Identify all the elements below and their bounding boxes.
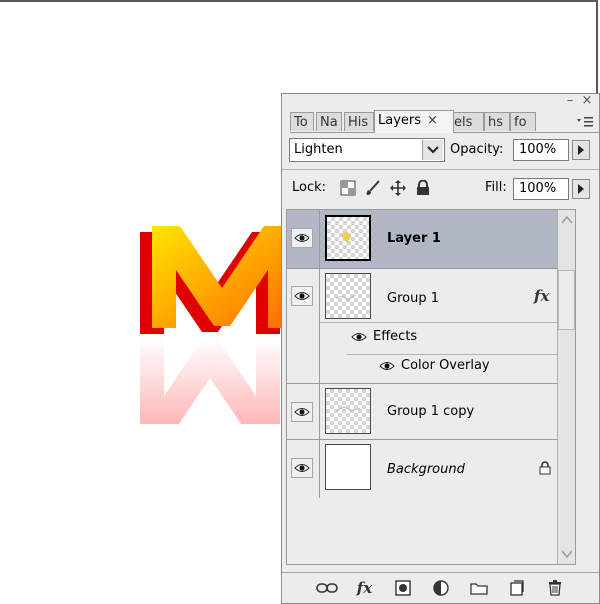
layer-name: Background	[387, 462, 465, 477]
close-icon[interactable]: ×	[580, 94, 594, 108]
lock-all-icon[interactable]	[413, 178, 433, 198]
lock-position-icon[interactable]	[388, 178, 408, 198]
tab-label: fo	[514, 115, 527, 130]
divider	[319, 210, 320, 268]
tab-label: Na	[320, 115, 338, 130]
add-mask-icon[interactable]	[391, 578, 415, 598]
opacity-slider-button[interactable]	[572, 140, 590, 160]
effects-label: Effects	[373, 329, 418, 344]
layer-row-group-1-copy[interactable]: Group 1 copy	[287, 384, 575, 440]
layer-thumbnail	[325, 273, 371, 319]
minimize-icon[interactable]: –	[563, 94, 577, 108]
tab-layers[interactable]: Layers ×	[374, 110, 454, 133]
blend-row: Lighten Opacity: 100%	[287, 138, 593, 164]
eye-icon[interactable]	[291, 286, 313, 306]
scroll-up-icon[interactable]	[562, 216, 572, 224]
effect-name: Color Overlay	[401, 358, 490, 373]
layer-name: Group 1	[387, 291, 439, 306]
tab-label: His	[348, 115, 369, 130]
tab-paths[interactable]: hs	[484, 112, 510, 131]
eye-icon[interactable]	[291, 458, 313, 478]
layer-row-background[interactable]: Background	[287, 440, 575, 498]
layers-bottom-toolbar: fx	[282, 572, 599, 603]
eye-icon[interactable]	[291, 402, 313, 422]
new-layer-icon[interactable]	[505, 578, 529, 598]
lock-icon	[539, 461, 551, 475]
divider	[282, 169, 599, 170]
eye-icon[interactable]	[379, 361, 395, 371]
tab-label: Layers	[378, 113, 422, 128]
divider	[319, 269, 320, 383]
layer-row-group-1[interactable]: Group 1 fx Effects Color Overlay	[287, 269, 575, 384]
delete-layer-icon[interactable]	[543, 578, 567, 598]
lock-label: Lock:	[292, 180, 327, 195]
fill-label: Fill:	[485, 180, 507, 195]
tab-navigator[interactable]: Na	[316, 112, 342, 131]
layer-name: Layer 1	[387, 231, 441, 246]
blend-mode-value: Lighten	[294, 142, 343, 157]
color-overlay-row[interactable]: Color Overlay	[379, 358, 490, 373]
effects-row[interactable]: Effects	[351, 329, 417, 344]
tab-history[interactable]: His	[344, 112, 374, 131]
lock-paint-icon[interactable]	[363, 178, 383, 198]
eye-icon[interactable]	[351, 332, 367, 342]
panel-menu-icon[interactable]	[575, 115, 595, 129]
fx-icon[interactable]: fx	[534, 287, 549, 305]
tab-info[interactable]: fo	[510, 112, 536, 131]
layer-thumbnail	[325, 388, 371, 434]
scroll-down-icon[interactable]	[562, 550, 572, 558]
layer-thumbnail	[325, 215, 371, 261]
divider	[319, 440, 320, 498]
layer-row-layer-1[interactable]: Layer 1	[287, 210, 575, 269]
divider	[320, 322, 575, 323]
layer-name: Group 1 copy	[387, 404, 475, 419]
divider	[319, 384, 320, 439]
layers-scrollbar[interactable]	[557, 210, 575, 564]
tab-label: els	[454, 115, 473, 130]
adjustment-layer-icon[interactable]	[429, 578, 453, 598]
tab-label: hs	[488, 115, 504, 130]
fill-field[interactable]: 100%	[513, 178, 569, 200]
fill-slider-button[interactable]	[572, 179, 590, 199]
eye-icon[interactable]	[291, 228, 313, 248]
panel-tabs: To Na His Layers × els hs fo	[290, 110, 599, 133]
new-group-icon[interactable]	[467, 578, 491, 598]
scrollbar-thumb[interactable]	[558, 270, 575, 330]
tab-close-icon[interactable]: ×	[427, 113, 438, 128]
lock-transparency-icon[interactable]	[338, 178, 358, 198]
tab-label: To	[294, 115, 308, 130]
tab-channels[interactable]: els	[450, 112, 484, 131]
opacity-label: Opacity:	[450, 142, 504, 157]
layer-thumbnail	[325, 444, 371, 490]
lock-row: Lock: Fill: 100%	[292, 176, 592, 202]
panel-titlebar[interactable]: – ×	[282, 94, 599, 110]
opacity-field[interactable]: 100%	[513, 139, 569, 161]
blend-mode-select[interactable]: Lighten	[289, 138, 445, 162]
layers-panel: – × To Na His Layers × els hs fo Lighten …	[281, 93, 600, 604]
chevron-down-icon[interactable]	[422, 140, 443, 160]
layers-list[interactable]: Layer 1 Group 1 fx Effects Color Overlay	[286, 209, 576, 565]
divider	[347, 354, 575, 355]
tab-tools[interactable]: To	[290, 112, 314, 131]
add-layer-style-icon[interactable]: fx	[353, 578, 377, 598]
lock-buttons	[338, 176, 438, 200]
link-layers-icon[interactable]	[315, 578, 339, 598]
